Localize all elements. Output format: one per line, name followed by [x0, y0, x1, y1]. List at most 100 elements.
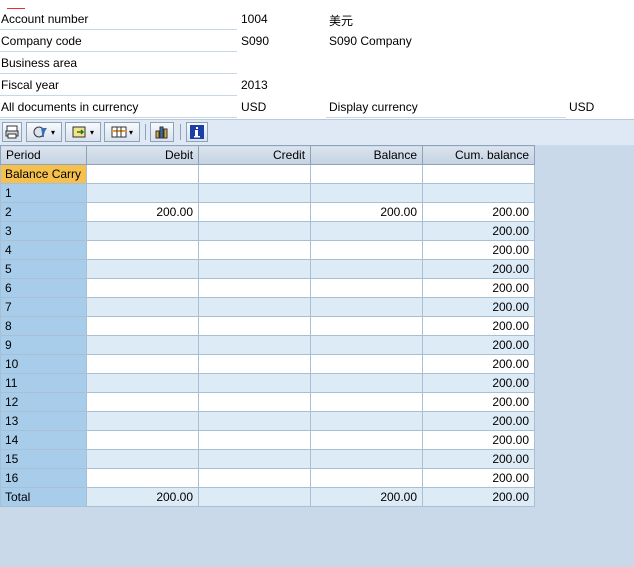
table-row[interactable]: 14 200.00	[0, 430, 536, 450]
column-header-credit[interactable]: Credit	[198, 145, 312, 165]
balance-cell[interactable]: 200.00	[310, 487, 424, 507]
cum-balance-cell[interactable]: 200.00	[422, 487, 536, 507]
table-row[interactable]: 6 200.00	[0, 278, 536, 298]
table-row[interactable]: Balance Carry	[0, 164, 536, 184]
debit-cell[interactable]	[86, 164, 200, 184]
period-cell[interactable]: 11	[0, 373, 88, 393]
column-header-balance[interactable]: Balance	[310, 145, 424, 165]
cum-balance-cell[interactable]: 200.00	[422, 221, 536, 241]
period-cell[interactable]: 8	[0, 316, 88, 336]
balance-cell[interactable]	[310, 468, 424, 488]
balance-cell[interactable]	[310, 164, 424, 184]
credit-cell[interactable]	[198, 430, 312, 450]
debit-cell[interactable]	[86, 411, 200, 431]
credit-cell[interactable]	[198, 259, 312, 279]
column-header-period[interactable]: Period	[0, 145, 88, 165]
fiscal-year-value[interactable]: 2013	[241, 78, 268, 92]
cum-balance-cell[interactable]: 200.00	[422, 259, 536, 279]
period-cell[interactable]: 15	[0, 449, 88, 469]
period-cell[interactable]: 16	[0, 468, 88, 488]
table-row[interactable]: 9 200.00	[0, 335, 536, 355]
balance-cell[interactable]	[310, 449, 424, 469]
debit-cell[interactable]	[86, 468, 200, 488]
cum-balance-cell[interactable]: 200.00	[422, 316, 536, 336]
balance-cell[interactable]	[310, 411, 424, 431]
cum-balance-cell[interactable]	[422, 164, 536, 184]
period-cell[interactable]: 1	[0, 183, 88, 203]
balance-cell[interactable]	[310, 430, 424, 450]
debit-cell[interactable]	[86, 335, 200, 355]
balance-cell[interactable]	[310, 316, 424, 336]
credit-cell[interactable]	[198, 487, 312, 507]
column-header-cum-balance[interactable]: Cum. balance	[422, 145, 536, 165]
period-cell[interactable]: 10	[0, 354, 88, 374]
table-row[interactable]: 7 200.00	[0, 297, 536, 317]
print-button[interactable]	[2, 122, 22, 142]
table-row[interactable]: 3 200.00	[0, 221, 536, 241]
credit-cell[interactable]	[198, 449, 312, 469]
cum-balance-cell[interactable]: 200.00	[422, 430, 536, 450]
company-code-value[interactable]: S090	[241, 34, 269, 48]
period-cell[interactable]: Balance Carry	[0, 164, 88, 184]
debit-cell[interactable]: 200.00	[86, 202, 200, 222]
balance-cell[interactable]: 200.00	[310, 202, 424, 222]
credit-cell[interactable]	[198, 373, 312, 393]
balance-cell[interactable]	[310, 373, 424, 393]
credit-cell[interactable]	[198, 164, 312, 184]
period-cell[interactable]: 14	[0, 430, 88, 450]
credit-cell[interactable]	[198, 316, 312, 336]
debit-cell[interactable]: 200.00	[86, 487, 200, 507]
table-row[interactable]: 8 200.00	[0, 316, 536, 336]
period-cell[interactable]: 5	[0, 259, 88, 279]
period-cell[interactable]: 6	[0, 278, 88, 298]
credit-cell[interactable]	[198, 297, 312, 317]
debit-cell[interactable]	[86, 259, 200, 279]
cum-balance-cell[interactable]: 200.00	[422, 335, 536, 355]
debit-cell[interactable]	[86, 449, 200, 469]
period-cell[interactable]: 9	[0, 335, 88, 355]
cum-balance-cell[interactable]: 200.00	[422, 468, 536, 488]
debit-cell[interactable]	[86, 392, 200, 412]
credit-cell[interactable]	[198, 411, 312, 431]
credit-cell[interactable]	[198, 392, 312, 412]
cum-balance-cell[interactable]: 200.00	[422, 240, 536, 260]
period-cell[interactable]: 13	[0, 411, 88, 431]
debit-cell[interactable]	[86, 373, 200, 393]
table-row[interactable]: 1	[0, 183, 536, 203]
period-cell[interactable]: 4	[0, 240, 88, 260]
period-cell[interactable]: 12	[0, 392, 88, 412]
cum-balance-cell[interactable]: 200.00	[422, 202, 536, 222]
credit-cell[interactable]	[198, 202, 312, 222]
table-row[interactable]: 12 200.00	[0, 392, 536, 412]
table-row[interactable]: 13 200.00	[0, 411, 536, 431]
balance-cell[interactable]	[310, 335, 424, 355]
credit-cell[interactable]	[198, 183, 312, 203]
cum-balance-cell[interactable]: 200.00	[422, 392, 536, 412]
account-number-value[interactable]: 1004	[241, 12, 268, 26]
table-row[interactable]: 11 200.00	[0, 373, 536, 393]
debit-cell[interactable]	[86, 430, 200, 450]
cum-balance-cell[interactable]: 200.00	[422, 373, 536, 393]
table-row[interactable]: 15 200.00	[0, 449, 536, 469]
credit-cell[interactable]	[198, 221, 312, 241]
period-cell[interactable]: 7	[0, 297, 88, 317]
table-row[interactable]: 10 200.00	[0, 354, 536, 374]
chart-button[interactable]	[150, 122, 174, 142]
debit-cell[interactable]	[86, 183, 200, 203]
table-row[interactable]: Total 200.00 200.00 200.00	[0, 487, 536, 507]
credit-cell[interactable]	[198, 468, 312, 488]
layout-button[interactable]: ▾	[104, 122, 140, 142]
balance-cell[interactable]	[310, 259, 424, 279]
debit-cell[interactable]	[86, 354, 200, 374]
all-docs-currency-value[interactable]: USD	[241, 100, 266, 114]
filter-button[interactable]: ▾	[26, 122, 62, 142]
debit-cell[interactable]	[86, 297, 200, 317]
period-cell[interactable]: 2	[0, 202, 88, 222]
balance-cell[interactable]	[310, 183, 424, 203]
table-row[interactable]: 16 200.00	[0, 468, 536, 488]
table-row[interactable]: 5 200.00	[0, 259, 536, 279]
balance-cell[interactable]	[310, 392, 424, 412]
display-currency-value[interactable]: USD	[569, 100, 594, 114]
cum-balance-cell[interactable]	[422, 183, 536, 203]
debit-cell[interactable]	[86, 278, 200, 298]
